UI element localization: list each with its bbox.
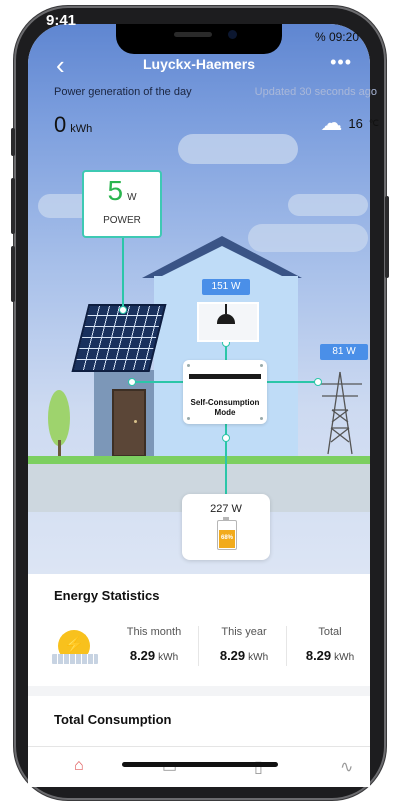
generation-unit: kWh [70,123,93,135]
grass [28,456,370,464]
grid-power-badge: 81 W [320,344,368,360]
stat-value: 8.29 [129,648,156,663]
power-label: POWER [103,215,141,226]
more-icon[interactable]: ••• [330,52,352,73]
device-icon[interactable]: ▯ [254,757,263,777]
app-header: ‹ Luyckx-Haemers ••• [28,52,370,80]
flow-node [128,378,136,386]
power-unit: W [127,192,137,203]
power-value: 5 [107,175,124,206]
home-icon[interactable]: ⌂ [74,757,84,775]
notch [116,24,282,54]
solar-panel-icon [52,654,98,664]
stat-year: This year 8.29 kWh [204,626,284,663]
generation-label: Power generation of the day [54,86,192,98]
battery-icon: 68% [217,520,237,550]
inverter-card[interactable]: Self-Consumption Mode [183,360,267,424]
stat-value: 8.29 [305,648,332,663]
battery-card[interactable]: 227 W 68% [182,494,270,560]
flow-line-left [132,381,184,383]
temperature-value: 16 [348,115,363,131]
stat-label: This month [126,626,182,638]
inverter-display [189,374,261,379]
flow-node [314,378,322,386]
stat-month: This month 8.29 kWh [114,626,194,663]
stat-value: 8.29 [219,648,246,663]
generation-number: 0 [54,112,67,137]
stat-unit: kWh [334,652,355,663]
status-indicator-text: % 09:20 [314,30,359,44]
page-title: Luyckx-Haemers [142,56,256,72]
energy-statistics-title: Energy Statistics [54,588,160,603]
door-knob [134,420,137,423]
flow-node [119,306,127,314]
storage-icon[interactable]: ▭ [162,757,177,777]
updated-text: Updated 30 seconds ago [254,86,377,98]
volume-up-button [11,178,15,234]
house-gable [154,246,290,280]
stat-total: Total 8.29 kWh [290,626,370,663]
chart-icon[interactable]: ∿ [340,757,353,777]
battery-power: 227 W [210,503,242,515]
weather-widget: ☁ 16 ℃ [320,110,379,136]
cloud-rain-icon: ☁ [320,110,343,135]
flow-node [222,434,230,442]
tree [48,390,70,446]
door [112,389,146,457]
stat-unit: kWh [248,652,269,663]
flow-line-solar [122,236,124,310]
stat-label: This year [221,626,267,638]
flow-line-right [267,381,319,383]
inverter-mode: Self-Consumption Mode [190,398,260,417]
total-consumption-title: Total Consumption [54,712,172,727]
lamp-icon [217,314,235,324]
total-consumption-panel: Total Consumption [28,696,370,746]
status-icons: % 09:20 [315,30,359,44]
stat-unit: kWh [158,652,179,663]
power-button [385,196,389,278]
tree-trunk [58,440,61,456]
volume-down-button [11,246,15,302]
home-load-box[interactable] [197,302,259,342]
temperature-unit: ℃ [368,117,379,128]
home-indicator [122,762,278,767]
stat-label: Total [318,626,342,638]
side-button [11,128,15,156]
generation-value: 0 kWh [54,112,92,138]
home-load-badge: 151 W [202,279,250,295]
solar-power-box[interactable]: 5W POWER [82,170,162,238]
status-time: 9:41 [46,12,77,29]
battery-level: 68% [219,530,235,548]
energy-statistics-panel: Energy Statistics ⚡ This month 8.29 kWh T… [28,574,370,686]
